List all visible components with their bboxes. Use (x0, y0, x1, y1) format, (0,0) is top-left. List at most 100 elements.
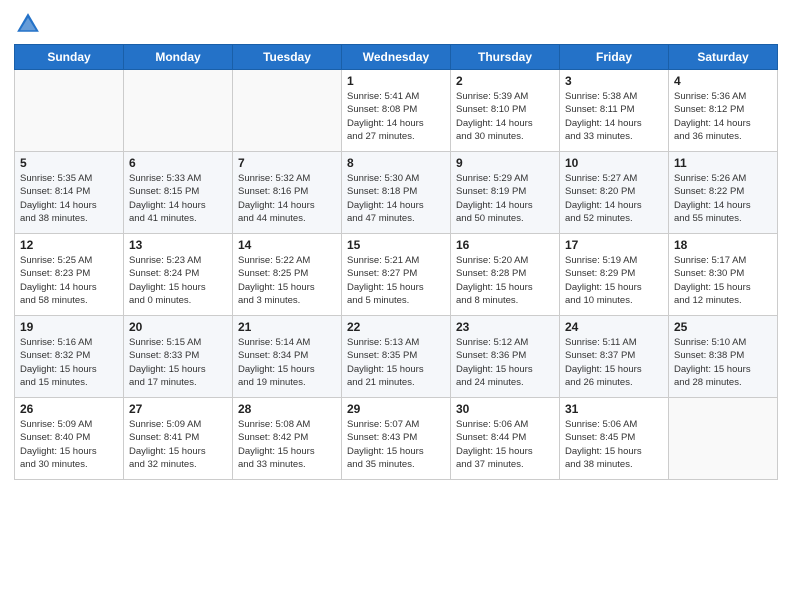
day-number: 28 (238, 402, 336, 416)
day-number: 7 (238, 156, 336, 170)
day-info: Sunrise: 5:36 AM Sunset: 8:12 PM Dayligh… (674, 90, 772, 143)
day-number: 14 (238, 238, 336, 252)
page: SundayMondayTuesdayWednesdayThursdayFrid… (0, 0, 792, 612)
day-cell: 12Sunrise: 5:25 AM Sunset: 8:23 PM Dayli… (15, 234, 124, 316)
day-number: 12 (20, 238, 118, 252)
calendar: SundayMondayTuesdayWednesdayThursdayFrid… (14, 44, 778, 480)
day-number: 31 (565, 402, 663, 416)
weekday-header-monday: Monday (124, 45, 233, 70)
logo (14, 10, 46, 38)
day-info: Sunrise: 5:33 AM Sunset: 8:15 PM Dayligh… (129, 172, 227, 225)
week-row-2: 5Sunrise: 5:35 AM Sunset: 8:14 PM Daylig… (15, 152, 778, 234)
weekday-header-wednesday: Wednesday (342, 45, 451, 70)
day-cell: 23Sunrise: 5:12 AM Sunset: 8:36 PM Dayli… (451, 316, 560, 398)
day-info: Sunrise: 5:16 AM Sunset: 8:32 PM Dayligh… (20, 336, 118, 389)
day-cell (124, 70, 233, 152)
day-info: Sunrise: 5:15 AM Sunset: 8:33 PM Dayligh… (129, 336, 227, 389)
day-info: Sunrise: 5:27 AM Sunset: 8:20 PM Dayligh… (565, 172, 663, 225)
day-number: 29 (347, 402, 445, 416)
day-cell: 3 Sunrise: 5:38 AM Sunset: 8:11 PM Daylig… (560, 70, 669, 152)
day-info: Sunrise: 5:41 AM Sunset: 8:08 PM Dayligh… (347, 90, 445, 143)
day-cell: 29 Sunrise: 5:07 AM Sunset: 8:43 PM Dayli… (342, 398, 451, 480)
day-number: 25 (674, 320, 772, 334)
header (14, 10, 778, 38)
day-number: 2 (456, 74, 554, 88)
day-cell: 2 Sunrise: 5:39 AM Sunset: 8:10 PM Daylig… (451, 70, 560, 152)
day-info: Sunrise: 5:09 AM Sunset: 8:41 PM Dayligh… (129, 418, 227, 471)
day-cell: 14 Sunrise: 5:22 AM Sunset: 8:25 PM Dayli… (233, 234, 342, 316)
day-cell: 10 Sunrise: 5:27 AM Sunset: 8:20 PM Dayli… (560, 152, 669, 234)
day-info: Sunrise: 5:38 AM Sunset: 8:11 PM Dayligh… (565, 90, 663, 143)
day-info: Sunrise: 5:21 AM Sunset: 8:27 PM Dayligh… (347, 254, 445, 307)
day-info: Sunrise: 5:29 AM Sunset: 8:19 PM Dayligh… (456, 172, 554, 225)
day-cell: 4 Sunrise: 5:36 AM Sunset: 8:12 PM Daylig… (669, 70, 778, 152)
day-info: Sunrise: 5:32 AM Sunset: 8:16 PM Dayligh… (238, 172, 336, 225)
day-info: Sunrise: 5:35 AM Sunset: 8:14 PM Dayligh… (20, 172, 118, 225)
day-cell: 8 Sunrise: 5:30 AM Sunset: 8:18 PM Daylig… (342, 152, 451, 234)
day-cell: 31 Sunrise: 5:06 AM Sunset: 8:45 PM Dayli… (560, 398, 669, 480)
day-cell (15, 70, 124, 152)
day-cell: 16 Sunrise: 5:20 AM Sunset: 8:28 PM Dayli… (451, 234, 560, 316)
day-cell: 13Sunrise: 5:23 AM Sunset: 8:24 PM Dayli… (124, 234, 233, 316)
day-number: 30 (456, 402, 554, 416)
day-cell: 11Sunrise: 5:26 AM Sunset: 8:22 PM Dayli… (669, 152, 778, 234)
day-number: 17 (565, 238, 663, 252)
day-number: 3 (565, 74, 663, 88)
day-cell (233, 70, 342, 152)
day-number: 4 (674, 74, 772, 88)
week-row-3: 12Sunrise: 5:25 AM Sunset: 8:23 PM Dayli… (15, 234, 778, 316)
day-number: 21 (238, 320, 336, 334)
day-cell: 17 Sunrise: 5:19 AM Sunset: 8:29 PM Dayli… (560, 234, 669, 316)
day-number: 23 (456, 320, 554, 334)
day-cell: 6Sunrise: 5:33 AM Sunset: 8:15 PM Daylig… (124, 152, 233, 234)
day-info: Sunrise: 5:39 AM Sunset: 8:10 PM Dayligh… (456, 90, 554, 143)
week-row-1: 1 Sunrise: 5:41 AM Sunset: 8:08 PM Daylig… (15, 70, 778, 152)
day-number: 22 (347, 320, 445, 334)
day-cell: 27 Sunrise: 5:09 AM Sunset: 8:41 PM Dayli… (124, 398, 233, 480)
day-number: 20 (129, 320, 227, 334)
day-cell: 9 Sunrise: 5:29 AM Sunset: 8:19 PM Daylig… (451, 152, 560, 234)
day-cell: 15 Sunrise: 5:21 AM Sunset: 8:27 PM Dayli… (342, 234, 451, 316)
day-cell: 24Sunrise: 5:11 AM Sunset: 8:37 PM Dayli… (560, 316, 669, 398)
day-info: Sunrise: 5:26 AM Sunset: 8:22 PM Dayligh… (674, 172, 772, 225)
day-cell: 25 Sunrise: 5:10 AM Sunset: 8:38 PM Dayli… (669, 316, 778, 398)
day-cell: 21Sunrise: 5:14 AM Sunset: 8:34 PM Dayli… (233, 316, 342, 398)
logo-icon (14, 10, 42, 38)
day-cell: 26Sunrise: 5:09 AM Sunset: 8:40 PM Dayli… (15, 398, 124, 480)
day-number: 8 (347, 156, 445, 170)
day-number: 10 (565, 156, 663, 170)
day-info: Sunrise: 5:30 AM Sunset: 8:18 PM Dayligh… (347, 172, 445, 225)
day-info: Sunrise: 5:08 AM Sunset: 8:42 PM Dayligh… (238, 418, 336, 471)
day-cell: 19 Sunrise: 5:16 AM Sunset: 8:32 PM Dayli… (15, 316, 124, 398)
day-info: Sunrise: 5:20 AM Sunset: 8:28 PM Dayligh… (456, 254, 554, 307)
day-number: 27 (129, 402, 227, 416)
day-cell (669, 398, 778, 480)
day-info: Sunrise: 5:17 AM Sunset: 8:30 PM Dayligh… (674, 254, 772, 307)
day-cell: 18 Sunrise: 5:17 AM Sunset: 8:30 PM Dayli… (669, 234, 778, 316)
day-cell: 7 Sunrise: 5:32 AM Sunset: 8:16 PM Daylig… (233, 152, 342, 234)
day-info: Sunrise: 5:10 AM Sunset: 8:38 PM Dayligh… (674, 336, 772, 389)
day-cell: 30 Sunrise: 5:06 AM Sunset: 8:44 PM Dayli… (451, 398, 560, 480)
day-info: Sunrise: 5:13 AM Sunset: 8:35 PM Dayligh… (347, 336, 445, 389)
day-info: Sunrise: 5:06 AM Sunset: 8:44 PM Dayligh… (456, 418, 554, 471)
day-info: Sunrise: 5:07 AM Sunset: 8:43 PM Dayligh… (347, 418, 445, 471)
weekday-header-row: SundayMondayTuesdayWednesdayThursdayFrid… (15, 45, 778, 70)
day-info: Sunrise: 5:11 AM Sunset: 8:37 PM Dayligh… (565, 336, 663, 389)
day-info: Sunrise: 5:19 AM Sunset: 8:29 PM Dayligh… (565, 254, 663, 307)
weekday-header-tuesday: Tuesday (233, 45, 342, 70)
day-number: 15 (347, 238, 445, 252)
day-number: 16 (456, 238, 554, 252)
day-info: Sunrise: 5:06 AM Sunset: 8:45 PM Dayligh… (565, 418, 663, 471)
day-number: 9 (456, 156, 554, 170)
day-number: 18 (674, 238, 772, 252)
day-number: 1 (347, 74, 445, 88)
weekday-header-friday: Friday (560, 45, 669, 70)
weekday-header-thursday: Thursday (451, 45, 560, 70)
day-info: Sunrise: 5:22 AM Sunset: 8:25 PM Dayligh… (238, 254, 336, 307)
day-cell: 22 Sunrise: 5:13 AM Sunset: 8:35 PM Dayli… (342, 316, 451, 398)
weekday-header-sunday: Sunday (15, 45, 124, 70)
day-number: 26 (20, 402, 118, 416)
weekday-header-saturday: Saturday (669, 45, 778, 70)
day-number: 19 (20, 320, 118, 334)
day-number: 13 (129, 238, 227, 252)
